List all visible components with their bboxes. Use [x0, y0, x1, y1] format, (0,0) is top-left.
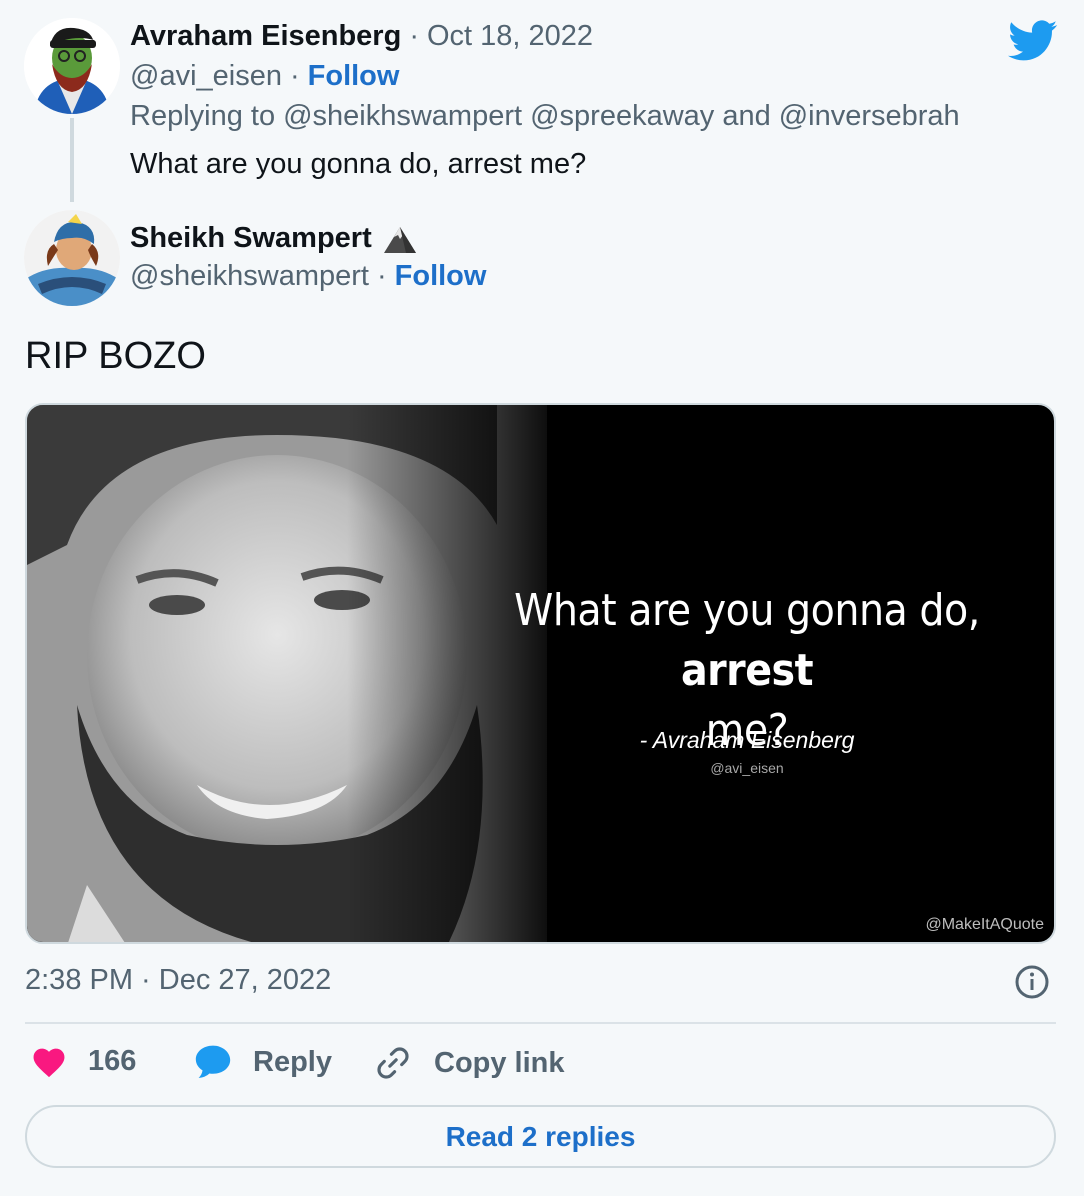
quote-bold-word: arrest [680, 645, 814, 696]
read-replies-button[interactable]: Read 2 replies [25, 1105, 1056, 1168]
quote-attribution: - Avraham Eisenberg [639, 727, 855, 753]
reply-mentions[interactable]: @sheikhswampert @spreekaway [283, 100, 714, 133]
link-icon[interactable] [374, 1044, 412, 1082]
reply-label: Reply [253, 1045, 332, 1078]
separator-dot: · [376, 260, 387, 292]
avatar-avraham[interactable] [24, 18, 120, 114]
copy-link-action[interactable]: Copy link [374, 1044, 565, 1082]
author-handle[interactable]: @sheikhswampert [130, 260, 369, 293]
twitter-bird-icon[interactable] [1008, 20, 1058, 62]
parent-tweet-header: Avraham Eisenberg · Oct 18, 2022 [130, 20, 593, 53]
quote-line1: What are you gonna do, [514, 585, 980, 636]
parent-handle-row: @avi_eisen · Follow [130, 60, 399, 93]
like-count: 166 [88, 1044, 137, 1077]
watermark: @MakeItAQuote [925, 916, 1044, 933]
divider [25, 1022, 1056, 1024]
copy-link-label: Copy link [434, 1046, 565, 1079]
heart-icon[interactable] [30, 1044, 68, 1078]
follow-button[interactable]: Follow [308, 60, 400, 93]
replying-prefix: Replying to [130, 100, 276, 132]
parent-tweet-text: What are you gonna do, arrest me? [130, 148, 587, 180]
separator-dot: · [409, 20, 419, 52]
tweet-date[interactable]: Oct 18, 2022 [427, 20, 593, 53]
info-icon[interactable] [1014, 964, 1050, 1000]
main-tweet-header: Sheikh Swampert [130, 222, 418, 255]
main-handle-row: @sheikhswampert · Follow [130, 260, 486, 293]
separator-dot: · [289, 60, 300, 92]
like-action[interactable]: 166 [30, 1044, 136, 1078]
author-handle[interactable]: @avi_eisen [130, 60, 282, 93]
thread-connector [70, 118, 74, 202]
tweet-timestamp[interactable]: 2:38 PM · Dec 27, 2022 [25, 964, 331, 997]
mountain-emoji-icon [382, 223, 418, 255]
reply-action[interactable]: Reply [193, 1044, 332, 1080]
avatar-sheikh[interactable] [24, 210, 120, 306]
author-name[interactable]: Avraham Eisenberg [130, 20, 401, 53]
replying-to: Replying to @sheikhswampert @spreekaway … [130, 100, 960, 133]
follow-button[interactable]: Follow [395, 260, 487, 293]
quote-attribution-handle: @avi_eisen [710, 760, 784, 776]
tweet-text: RIP BOZO [25, 335, 206, 377]
tweet-media-image[interactable]: What are you gonna do, arrest me? - Avra… [25, 403, 1056, 944]
reply-and: and [722, 100, 771, 132]
author-name[interactable]: Sheikh Swampert [130, 222, 372, 255]
reply-bubble-icon[interactable] [193, 1044, 233, 1080]
reply-mention-last[interactable]: @inversebrah [779, 100, 960, 133]
